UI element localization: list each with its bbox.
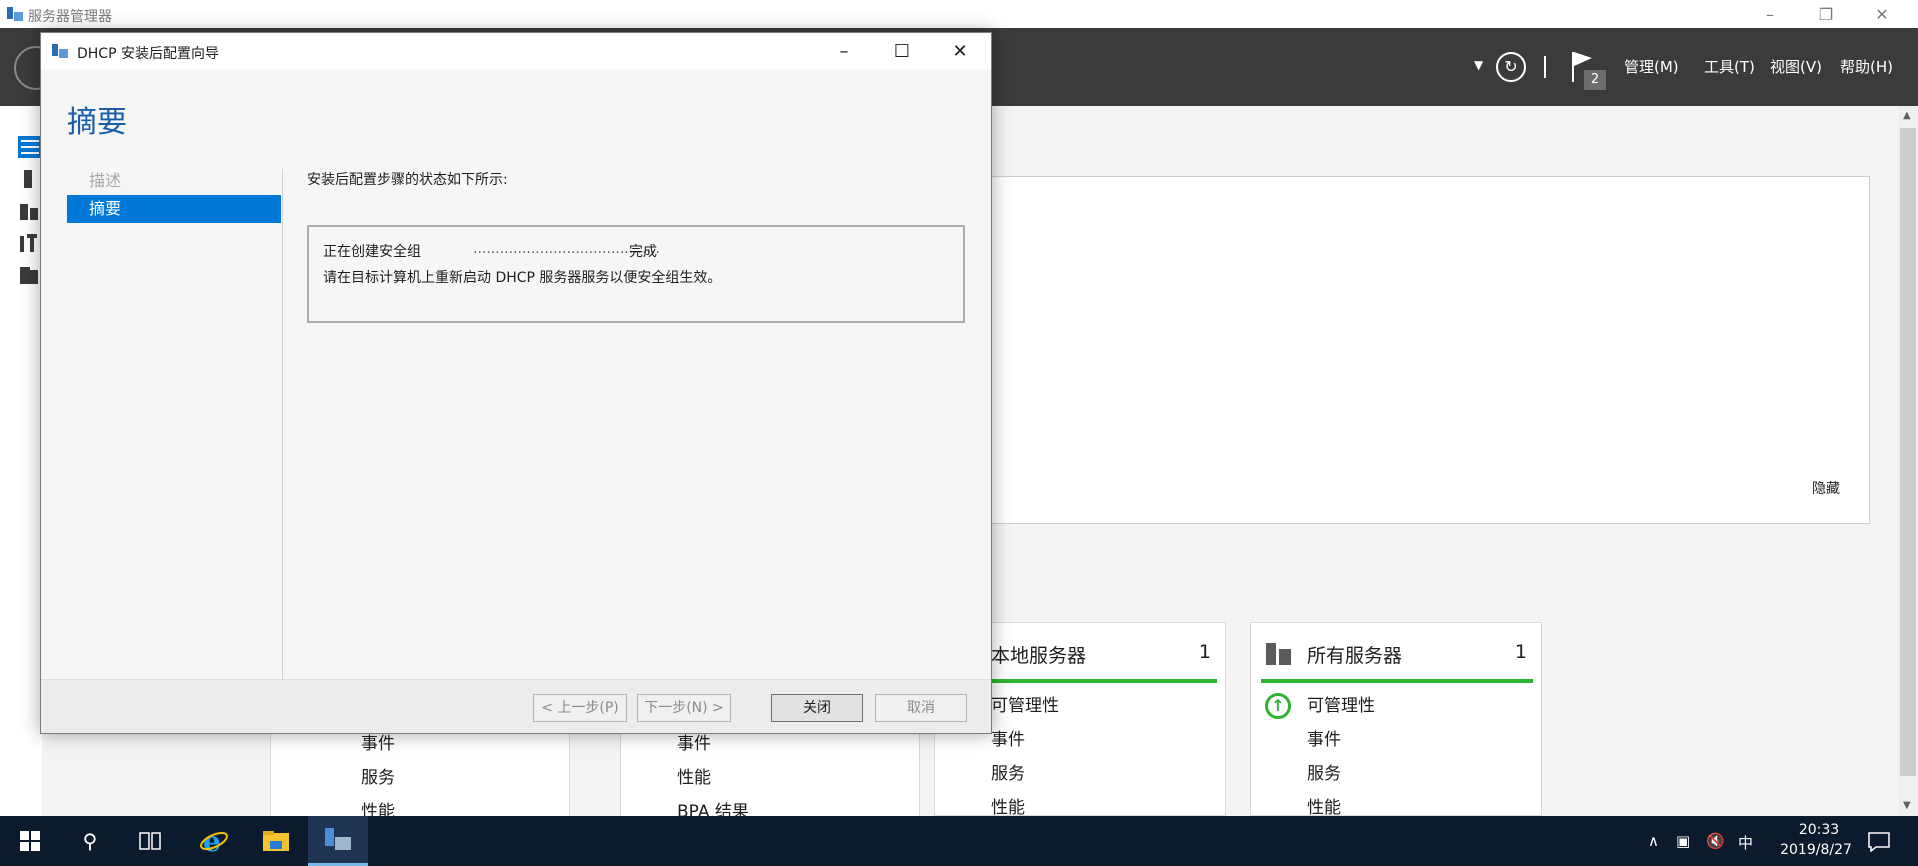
all-servers-tile[interactable]: 所有服务器 1 ↑ 可管理性 事件 服务 性能 (1250, 622, 1542, 818)
search-icon[interactable]: ⚲ (60, 816, 120, 866)
chevron-down-icon[interactable]: ▼ (1474, 58, 1483, 72)
status-box: 正在创建安全组 ................................… (307, 225, 965, 323)
volume-muted-icon[interactable]: 🔇 (1706, 832, 1725, 850)
tools-role-icon[interactable] (18, 232, 42, 254)
menu-manage[interactable]: 管理(M) (1624, 56, 1679, 77)
action-center-icon[interactable] (1868, 832, 1890, 856)
up-arrow-ok-icon: ↑ (1265, 693, 1291, 719)
network-icon[interactable]: ▣ (1676, 832, 1690, 850)
menu-view[interactable]: 视图(V) (1770, 56, 1822, 77)
refresh-icon[interactable]: ↻ (1496, 52, 1526, 82)
tile-row-performance[interactable]: 性能 (991, 793, 1025, 818)
tile-row-manageability[interactable]: 可管理性 (991, 691, 1059, 716)
tile-title: 本地服务器 (991, 645, 1087, 667)
windows-start-icon[interactable] (0, 816, 60, 866)
wizard-title: DHCP 安装后配置向导 (77, 46, 219, 62)
menu-tools[interactable]: 工具(T) (1704, 56, 1755, 77)
welcome-panel (990, 176, 1870, 524)
task-view-icon[interactable] (120, 816, 180, 866)
tile-title: 所有服务器 (1307, 645, 1403, 667)
all-servers-icon (1266, 643, 1291, 665)
window-title: 服务器管理器 (28, 9, 112, 25)
wizard-close-button[interactable]: ✕ (931, 33, 989, 69)
scroll-down-icon[interactable]: ▼ (1903, 800, 1911, 811)
previous-button[interactable]: < 上一步(P) (533, 694, 627, 722)
wizard-heading: 摘要 (67, 105, 127, 140)
server-manager-taskbar-icon[interactable] (308, 816, 368, 866)
step-description[interactable]: 描述 (67, 167, 281, 195)
tile-row-manageability[interactable]: 可管理性 (1307, 691, 1375, 716)
hide-link[interactable]: 隐藏 (1812, 478, 1840, 498)
dhcp-wizard-dialog: DHCP 安装后配置向导 – ☐ ✕ 摘要 描述 摘要 安装后配置步骤的状态如下… (40, 32, 992, 734)
status-message: 请在目标计算机上重新启动 DHCP 服务器服务以便安全组生效。 (323, 270, 722, 286)
close-wizard-button[interactable]: 关闭 (771, 694, 863, 722)
header-divider (1544, 56, 1546, 78)
all-servers-icon[interactable] (18, 200, 42, 222)
status-bar (1261, 679, 1533, 683)
server-manager-icon (7, 7, 23, 21)
local-server-icon[interactable] (18, 168, 42, 190)
navigation-sidebar (0, 106, 42, 816)
menu-help[interactable]: 帮助(H) (1840, 56, 1893, 77)
notification-badge: 2 (1584, 70, 1606, 90)
restore-button[interactable]: ❐ (1798, 0, 1854, 28)
ime-indicator[interactable]: 中 (1738, 832, 1753, 853)
step-summary[interactable]: 摘要 (67, 195, 281, 223)
status-task: 正在创建安全组 (323, 244, 421, 260)
wizard-footer: < 上一步(P) 下一步(N) > 关闭 取消 (41, 679, 991, 733)
dhcp-wizard-icon (52, 44, 68, 58)
wizard-minimize-button[interactable]: – (815, 33, 873, 69)
taskbar: ⚲ e ∧ ▣ 🔇 中 20:33 2019/8/27 (0, 816, 1918, 866)
vertical-scrollbar[interactable]: ▲ ▼ (1898, 106, 1918, 816)
file-explorer-icon[interactable] (246, 816, 306, 866)
role-tile: 事件 性能 BPA 结果 (620, 728, 920, 822)
tile-count: 1 (1198, 641, 1211, 663)
wizard-maximize-button[interactable]: ☐ (873, 33, 931, 69)
tile-row-services[interactable]: 服务 (1307, 759, 1341, 784)
file-storage-icon[interactable] (18, 264, 42, 286)
chevron-up-icon[interactable]: ∧ (1648, 832, 1659, 850)
tile-row-performance[interactable]: 性能 (677, 763, 711, 788)
minimize-button[interactable]: – (1742, 0, 1798, 28)
tile-row-performance[interactable]: 性能 (1307, 793, 1341, 818)
scrollbar-thumb[interactable] (1900, 128, 1916, 776)
internet-explorer-icon[interactable]: e (184, 816, 244, 866)
tile-row-events[interactable]: 事件 (1307, 725, 1341, 750)
wizard-description: 安装后配置步骤的状态如下所示: (307, 172, 508, 188)
role-tile: 事件 服务 性能 (270, 728, 570, 822)
next-button[interactable]: 下一步(N) > (637, 694, 731, 722)
scroll-up-icon[interactable]: ▲ (1903, 110, 1911, 121)
wizard-divider (282, 169, 283, 687)
clock-time[interactable]: 20:33 (1784, 822, 1854, 838)
tile-count: 1 (1514, 641, 1527, 663)
svg-text:e: e (203, 826, 221, 856)
cancel-button[interactable]: 取消 (875, 694, 967, 722)
tile-row-services[interactable]: 服务 (991, 759, 1025, 784)
clock-date[interactable]: 2019/8/27 (1766, 842, 1866, 858)
dashboard-icon[interactable] (18, 136, 42, 158)
tile-row-services[interactable]: 服务 (361, 763, 395, 788)
status-result: 完成 (629, 244, 657, 260)
wizard-titlebar: DHCP 安装后配置向导 – ☐ ✕ (41, 33, 991, 69)
wizard-step-list: 描述 摘要 (67, 167, 281, 223)
server-manager-titlebar: 服务器管理器 – ❐ ✕ (0, 0, 1918, 28)
close-button[interactable]: ✕ (1854, 0, 1910, 28)
tile-row-events[interactable]: 事件 (991, 725, 1025, 750)
